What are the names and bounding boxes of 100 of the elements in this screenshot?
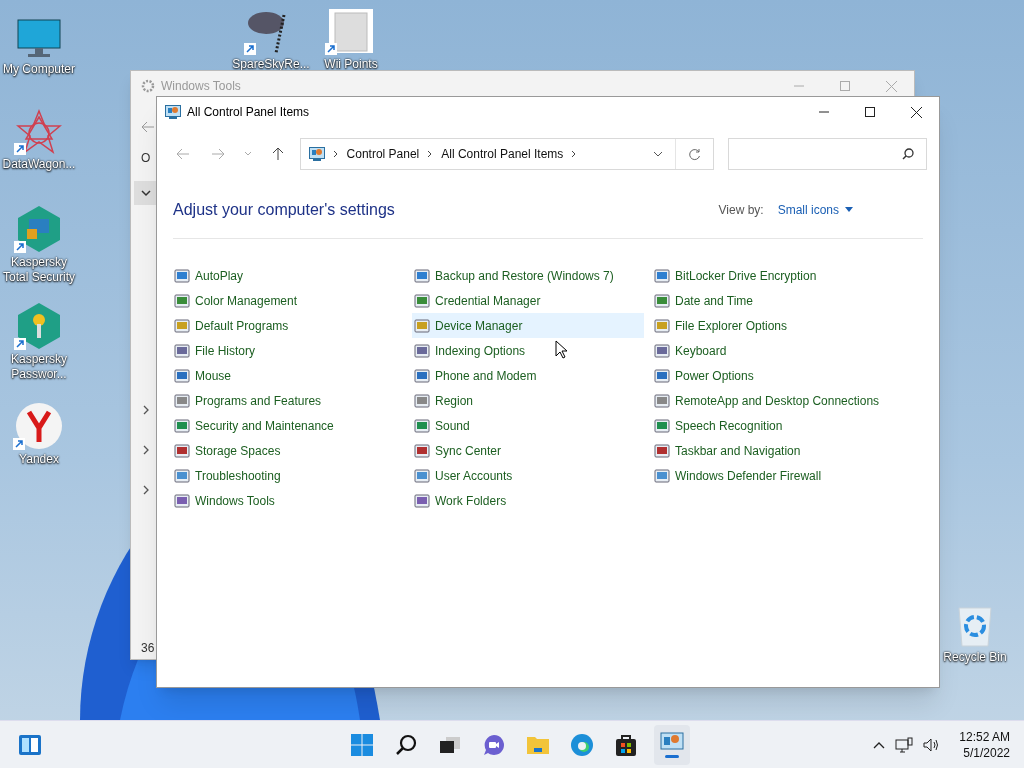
applet-icon	[654, 367, 670, 384]
chat-bubble-icon	[482, 732, 506, 757]
y-logo-icon	[15, 402, 63, 450]
control-panel-link[interactable]: Windows Defender Firewall	[652, 463, 884, 488]
control-panel-link[interactable]: Keyboard	[652, 338, 884, 363]
control-panel-link[interactable]: Color Management	[172, 288, 404, 313]
applet-icon	[654, 417, 670, 434]
network-icon[interactable]	[895, 736, 914, 753]
control-panel-link[interactable]: Taskbar and Navigation	[652, 438, 884, 463]
control-panel-link[interactable]: Programs and Features	[172, 388, 404, 413]
control-panel-icon	[660, 731, 684, 752]
applet-icon	[654, 317, 670, 334]
control-panel-link[interactable]: File History	[172, 338, 404, 363]
control-panel-link[interactable]: Work Folders	[412, 488, 644, 513]
control-panel-link[interactable]: BitLocker Drive Encryption	[652, 263, 884, 288]
control-panel-link[interactable]: Region	[412, 388, 644, 413]
control-panel-icon	[308, 147, 325, 161]
control-panel-link[interactable]: Storage Spaces	[172, 438, 404, 463]
control-panel-link[interactable]: Power Options	[652, 363, 884, 388]
control-panel-link[interactable]: Sync Center	[412, 438, 644, 463]
widgets-icon	[18, 733, 42, 756]
close-icon	[885, 80, 897, 92]
breadcrumb-item[interactable]: All Control Panel Items	[441, 145, 564, 163]
monitor-icon	[16, 18, 62, 60]
maximize-icon	[865, 107, 875, 117]
control-panel-link[interactable]: File Explorer Options	[652, 313, 884, 338]
applet-icon	[654, 442, 670, 459]
control-panel-link[interactable]: Phone and Modem	[412, 363, 644, 388]
start-icon	[350, 732, 374, 757]
caret-icon	[652, 151, 663, 157]
control-panel-link[interactable]: Windows Tools	[172, 488, 404, 513]
control-panel-link[interactable]: Device Manager	[412, 313, 644, 338]
mouse-pointer-icon	[555, 340, 567, 359]
applet-icon	[654, 392, 670, 409]
chevron-right-icon[interactable]	[142, 445, 150, 455]
shopping-bag-icon	[615, 732, 637, 757]
refresh-icon	[687, 147, 701, 161]
applet-icon	[174, 467, 190, 484]
search-icon	[395, 733, 417, 756]
applet-icon	[174, 267, 190, 284]
control-panel-link[interactable]: Default Programs	[172, 313, 404, 338]
applet-icon	[414, 392, 430, 409]
control-panel-link[interactable]: Sound	[412, 413, 644, 438]
key-app-icon	[16, 302, 62, 350]
applet-icon	[174, 367, 190, 384]
control-panel-link[interactable]: Date and Time	[652, 288, 884, 313]
applet-icon	[174, 317, 190, 334]
applet-icon	[174, 342, 190, 359]
clock[interactable]: 12:52 AM 5/1/2022	[959, 728, 1010, 761]
recycle-bin-icon	[955, 606, 995, 648]
applet-icon	[654, 467, 670, 484]
applet-icon	[414, 417, 430, 434]
control-panel-link[interactable]: Credential Manager	[412, 288, 644, 313]
control-panel-link[interactable]: Security and Maintenance	[172, 413, 404, 438]
chevron-right-icon[interactable]	[332, 150, 339, 158]
search-icon	[902, 148, 914, 160]
control-panel-link[interactable]: Backup and Restore (Windows 7)	[412, 263, 644, 288]
window-title: Windows Tools	[161, 78, 241, 95]
chevron-right-icon[interactable]	[142, 405, 150, 415]
shield-app-icon	[16, 205, 62, 253]
control-panel-link[interactable]: Mouse	[172, 363, 404, 388]
forward-arrow-icon	[211, 148, 226, 160]
control-panel-link[interactable]: Speech Recognition	[652, 413, 884, 438]
close-icon	[910, 106, 922, 118]
control-panel-link[interactable]: Troubleshooting	[172, 463, 404, 488]
applet-icon	[414, 342, 430, 359]
applet-icon	[654, 267, 670, 284]
chevron-right-icon[interactable]	[427, 150, 434, 158]
star-pattern-icon	[16, 109, 62, 155]
applet-icon	[654, 292, 670, 309]
control-panel-link[interactable]: User Accounts	[412, 463, 644, 488]
caret-icon	[845, 207, 853, 212]
chevron-up-icon[interactable]	[873, 740, 886, 749]
control-panel-icon	[165, 105, 181, 119]
up-arrow-icon	[271, 147, 284, 161]
search-field[interactable]	[727, 138, 927, 170]
back-arrow-icon	[175, 148, 190, 160]
chevron-right-icon[interactable]	[142, 485, 150, 495]
browser-icon	[570, 732, 594, 757]
applet-icon	[414, 317, 430, 334]
address-bar[interactable]: Control Panel All Control Panel Items	[299, 138, 714, 170]
applet-icon	[414, 267, 430, 284]
chevron-right-icon[interactable]	[571, 150, 578, 158]
view-by-label: View by:	[718, 201, 764, 219]
applet-icon	[174, 492, 190, 509]
maximize-icon	[840, 81, 850, 91]
control-panel-link[interactable]: AutoPlay	[172, 263, 404, 288]
control-panel-taskbar-button[interactable]	[654, 724, 690, 765]
applet-icon	[414, 467, 430, 484]
applet-icon	[414, 292, 430, 309]
applet-icon	[414, 367, 430, 384]
control-panel-link[interactable]: Indexing Options	[412, 338, 644, 363]
chevron-down-icon[interactable]	[141, 189, 151, 197]
breadcrumb-item[interactable]: Control Panel	[346, 145, 420, 163]
active-indicator	[665, 754, 679, 758]
back-arrow-icon[interactable]	[141, 121, 155, 133]
control-panel-link[interactable]: RemoteApp and Desktop Connections	[652, 388, 884, 413]
page-heading: Adjust your computer's settings	[173, 199, 395, 220]
window-title: All Control Panel Items	[187, 104, 310, 121]
view-by-dropdown[interactable]: Small icons	[777, 200, 853, 219]
